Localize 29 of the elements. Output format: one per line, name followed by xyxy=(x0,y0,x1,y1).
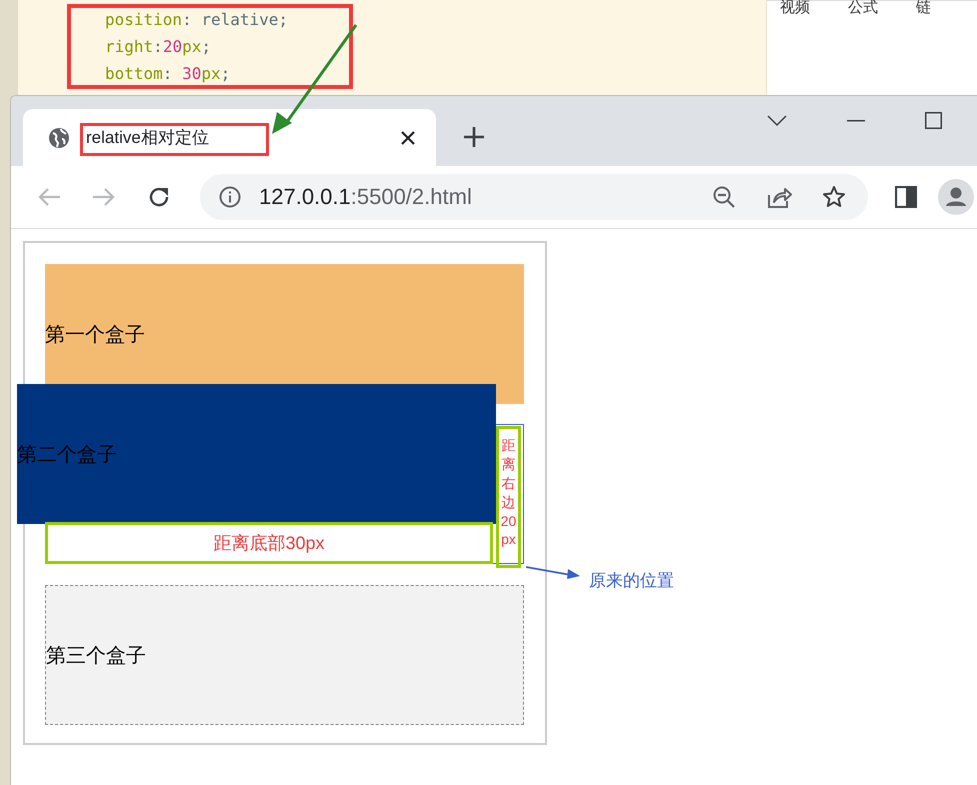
globe-icon xyxy=(48,126,70,148)
star-icon[interactable] xyxy=(822,185,846,209)
tab-title: relative相对定位 xyxy=(86,127,209,149)
avatar-icon[interactable] xyxy=(938,179,974,215)
code-line: right:20px; xyxy=(105,36,211,58)
chevron-down-icon[interactable] xyxy=(767,114,787,126)
box-label: 第三个盒子 xyxy=(46,644,146,668)
info-icon[interactable] xyxy=(219,186,241,208)
box-label: 第一个盒子 xyxy=(45,322,145,348)
panel-tab[interactable]: 公式 xyxy=(848,0,878,16)
share-icon[interactable] xyxy=(766,185,792,209)
code-line: bottom: 30px; xyxy=(105,63,230,85)
maximize-icon[interactable] xyxy=(925,112,942,129)
annotation-label: 距离底部30px xyxy=(213,532,325,555)
box-label: 第二个盒子 xyxy=(17,442,117,468)
address-bar[interactable]: 127.0.0.1:5500/2.html xyxy=(200,174,868,220)
plus-icon[interactable] xyxy=(463,126,485,148)
browser-tab[interactable]: relative相对定位 xyxy=(23,109,436,166)
close-icon[interactable] xyxy=(400,130,416,146)
pointer-arrow xyxy=(525,565,581,579)
zoom-out-icon[interactable] xyxy=(712,185,736,209)
annotation-label: 距离右边20px xyxy=(500,436,518,550)
code-line: position: relative; xyxy=(105,9,288,31)
side-panel-icon[interactable] xyxy=(895,186,917,208)
panel-tab[interactable]: 链 xyxy=(916,0,931,16)
reload-icon[interactable] xyxy=(147,185,171,209)
annotation-label: 原来的位置 xyxy=(589,570,674,592)
url-text: 127.0.0.1:5500/2.html xyxy=(259,184,472,210)
minimize-icon[interactable] xyxy=(847,120,865,122)
